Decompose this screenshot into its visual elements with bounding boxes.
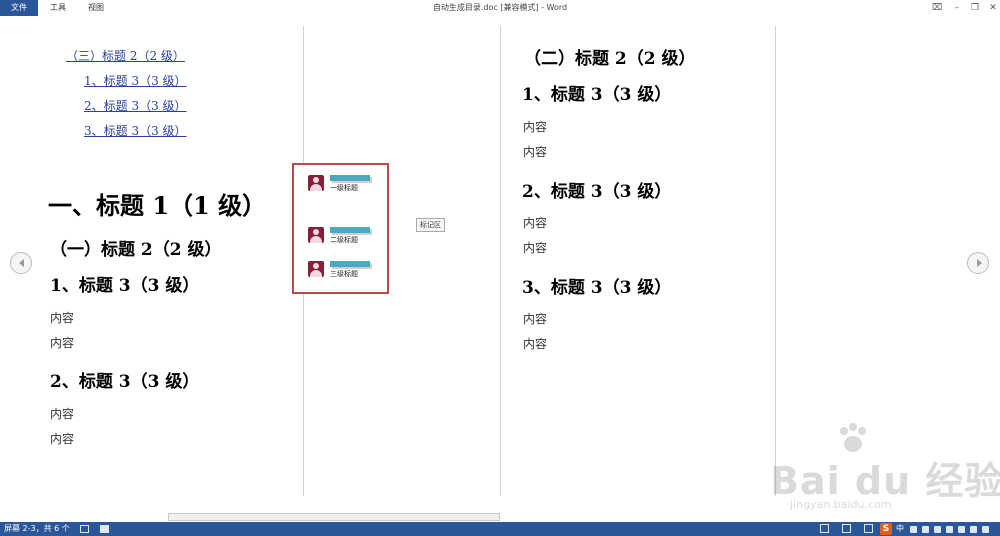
body-text: 内容: [523, 312, 548, 326]
status-bar: 屏幕 2-3，共 6 个 S 中: [0, 522, 1000, 536]
tray-icon[interactable]: [982, 526, 989, 533]
page-divider: [500, 26, 501, 496]
toc-link[interactable]: 3、标题 3（3 级）: [84, 122, 187, 139]
annotation-label: 二级标题: [330, 236, 358, 244]
heading-3: 1、标题 3（3 级）: [522, 85, 672, 105]
annotation-item: 一级标题: [308, 175, 378, 195]
page-divider: [775, 26, 776, 496]
heading-3: 1、标题 3（3 级）: [50, 276, 200, 296]
horizontal-scrollbar[interactable]: [168, 513, 500, 521]
heading-3: 2、标题 3（3 级）: [522, 182, 672, 202]
annotation-label: 一级标题: [330, 184, 358, 192]
tray-icon[interactable]: [934, 526, 941, 533]
read-view-icon[interactable]: [820, 524, 829, 533]
read-mode-icon[interactable]: [80, 525, 89, 533]
comment-bubble: [330, 175, 370, 181]
title-bar: 文件 工具 视图 自动生成目录.doc [兼容模式] - Word ⌧ – ❐ …: [0, 0, 1000, 16]
body-text: 内容: [523, 337, 548, 351]
avatar-icon: [308, 227, 324, 243]
body-text: 内容: [523, 120, 548, 134]
body-text: 内容: [50, 336, 75, 350]
next-page-button[interactable]: [967, 252, 989, 274]
heading-level-annotation: 一级标题 二级标题 三级标题: [292, 163, 389, 294]
window-title: 自动生成目录.doc [兼容模式] - Word: [432, 3, 568, 12]
annotation-label: 三级标题: [330, 270, 358, 278]
comment-bubble: [330, 261, 370, 267]
close-button[interactable]: ✕: [984, 0, 1000, 16]
comment-bubble: [330, 227, 370, 233]
heading-1: 一、标题 1（1 级）: [48, 191, 267, 220]
restore-button[interactable]: ❐: [966, 0, 984, 16]
toc-link[interactable]: 2、标题 3（3 级）: [84, 97, 187, 114]
heading-3: 2、标题 3（3 级）: [50, 372, 200, 392]
page-status[interactable]: 屏幕 2-3，共 6 个: [4, 522, 70, 536]
menu-file[interactable]: 文件: [0, 0, 38, 16]
minimize-button[interactable]: –: [948, 0, 966, 16]
previous-page-button[interactable]: [10, 252, 32, 274]
heading-2: （一）标题 2（2 级）: [50, 240, 222, 260]
watermark: Bai du 经验 jingyan.baidu.com: [770, 423, 1000, 520]
toc-link[interactable]: 1、标题 3（3 级）: [84, 72, 187, 89]
display-options-icon[interactable]: ⌧: [928, 0, 946, 16]
menu-view[interactable]: 视图: [88, 0, 104, 16]
avatar-icon: [308, 175, 324, 191]
body-text: 内容: [523, 241, 548, 255]
tray-icon[interactable]: [910, 526, 917, 533]
markup-area-tag: 标记区: [416, 218, 445, 232]
body-text: 内容: [50, 432, 75, 446]
layout-icon[interactable]: [100, 525, 109, 533]
body-text: 内容: [50, 311, 75, 325]
tray-icon[interactable]: [922, 526, 929, 533]
paw-icon: [840, 423, 866, 452]
chevron-left-icon: [19, 259, 24, 267]
body-text: 内容: [50, 407, 75, 421]
body-text: 内容: [523, 216, 548, 230]
avatar-icon: [308, 261, 324, 277]
heading-3: 3、标题 3（3 级）: [522, 278, 672, 298]
menu-tools[interactable]: 工具: [50, 0, 66, 16]
toc-link[interactable]: （三）标题 2（2 级）: [66, 47, 185, 64]
watermark-logo: Bai du 经验: [770, 459, 1000, 503]
annotation-item: 三级标题: [308, 261, 378, 281]
tray-icon[interactable]: [970, 526, 977, 533]
body-text: 内容: [523, 145, 548, 159]
heading-2: （二）标题 2（2 级）: [524, 49, 696, 69]
ime-language[interactable]: 中: [896, 523, 904, 535]
annotation-item: 二级标题: [308, 227, 378, 247]
print-layout-icon[interactable]: [842, 524, 851, 533]
watermark-url: jingyan.baidu.com: [790, 498, 892, 511]
web-layout-icon[interactable]: [864, 524, 873, 533]
sogou-ime-icon[interactable]: S: [880, 523, 892, 535]
chevron-right-icon: [977, 259, 982, 267]
tray-icon[interactable]: [946, 526, 953, 533]
tray-icon[interactable]: [958, 526, 965, 533]
